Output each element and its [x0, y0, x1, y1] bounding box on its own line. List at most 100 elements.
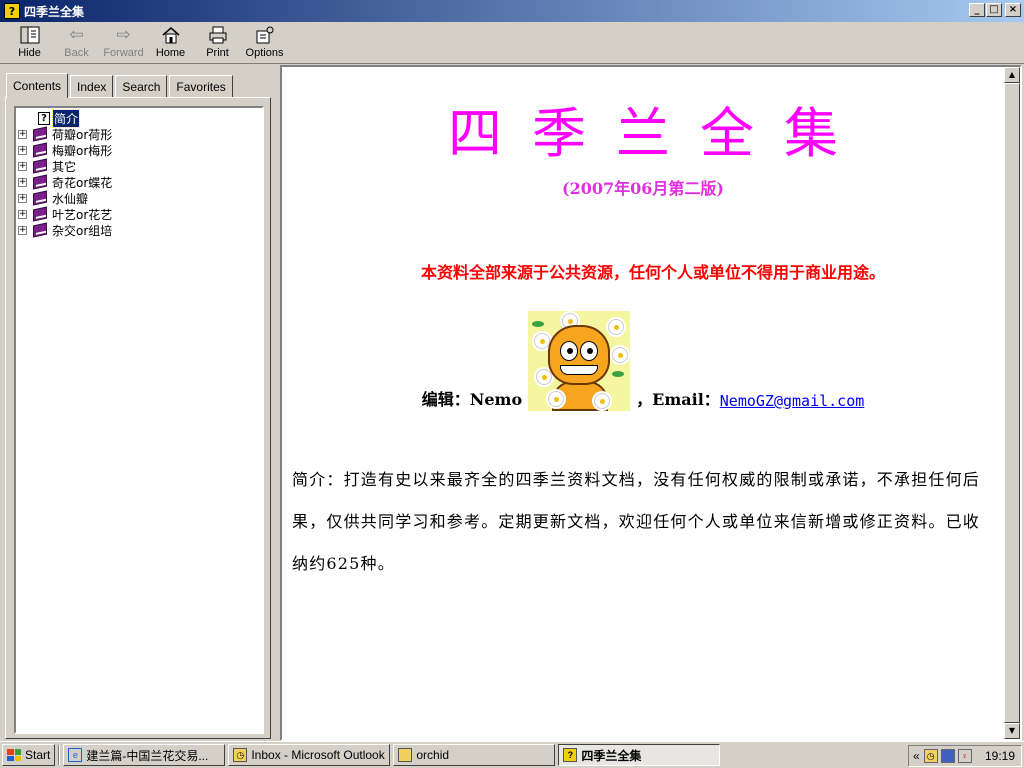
- email-label: ，Email：: [636, 390, 720, 409]
- forward-button[interactable]: ⇨ Forward: [100, 22, 147, 62]
- task-label: 建兰篇-中国兰花交易...: [86, 748, 209, 763]
- book-icon: [33, 174, 47, 190]
- expand-icon[interactable]: +: [18, 129, 27, 139]
- doc-intro: 简介：打造有史以来最齐全的四季兰资料文档，没有任何权威的限制或承诺，不承担任何后…: [292, 470, 981, 573]
- expand-icon[interactable]: +: [18, 193, 27, 203]
- messenger-tray-icon[interactable]: ♀: [957, 749, 972, 763]
- hide-button[interactable]: Hide: [6, 22, 53, 62]
- system-tray: « ◷ ♀ 19:19: [908, 745, 1022, 767]
- scroll-down-button[interactable]: ▼: [1004, 723, 1020, 739]
- doc-editor-line: 编辑：Nemo ，Email： NemoGZ@gmail.com: [282, 301, 1004, 411]
- tray-expand-button[interactable]: «: [913, 749, 920, 763]
- tree-item-label: 简介: [51, 108, 81, 128]
- contents-tree[interactable]: ? 简介 + 荷瓣or荷形 + 梅瓣or梅形 + 其它 + 奇花or蝶花 + 水…: [14, 106, 264, 734]
- tree-item[interactable]: + 叶艺or花艺: [18, 206, 112, 222]
- taskbar-separator: [58, 745, 61, 765]
- clock-tray-icon[interactable]: ◷: [923, 749, 938, 763]
- tree-item-label: 杂交or组培: [52, 223, 113, 238]
- tree-item[interactable]: + 荷瓣or荷形: [18, 126, 112, 142]
- tree-item-intro[interactable]: ? 简介: [38, 108, 81, 128]
- task-label: Inbox - Microsoft Outlook: [251, 748, 385, 762]
- options-button[interactable]: Options: [241, 22, 288, 62]
- expand-icon[interactable]: +: [18, 145, 27, 155]
- task-outlook[interactable]: ◷ Inbox - Microsoft Outlook: [228, 744, 391, 766]
- book-icon: [33, 142, 47, 158]
- doc-title: 四季兰全集: [448, 102, 868, 165]
- options-icon: [254, 25, 276, 45]
- back-label: Back: [64, 47, 89, 59]
- taskbar: Start e 建兰篇-中国兰花交易... ◷ Inbox - Microsof…: [0, 741, 1024, 768]
- editor-label: 编辑：Nemo: [421, 390, 523, 409]
- garfield-image: [528, 311, 631, 411]
- back-button[interactable]: ⇦ Back: [53, 22, 100, 62]
- scroll-thumb[interactable]: [1004, 83, 1020, 723]
- folder-icon: [398, 748, 413, 762]
- expand-icon[interactable]: +: [18, 161, 27, 171]
- start-button[interactable]: Start: [2, 744, 56, 766]
- tree-item-label: 荷瓣or荷形: [52, 127, 113, 142]
- toolbar: Hide ⇦ Back ⇨ Forward Home Print Options: [0, 22, 1024, 64]
- tab-search[interactable]: Search: [115, 75, 168, 97]
- book-icon: [33, 206, 47, 222]
- task-help[interactable]: ? 四季兰全集: [558, 744, 721, 766]
- back-arrow-icon: ⇦: [69, 25, 84, 45]
- tree-item[interactable]: + 梅瓣or梅形: [18, 142, 112, 158]
- book-icon: [33, 126, 47, 142]
- expand-icon[interactable]: +: [18, 225, 27, 235]
- home-button[interactable]: Home: [147, 22, 194, 62]
- close-button[interactable]: ×: [1005, 3, 1021, 17]
- help-icon: ?: [563, 748, 578, 762]
- tree-item[interactable]: + 奇花or蝶花: [18, 174, 112, 190]
- book-icon: [33, 222, 47, 238]
- hide-label: Hide: [18, 47, 41, 59]
- book-icon: [33, 158, 47, 174]
- tree-item-label: 奇花or蝶花: [52, 175, 113, 190]
- network-tray-icon[interactable]: [940, 749, 955, 763]
- options-label: Options: [245, 47, 284, 59]
- tree-item-label: 水仙瓣: [52, 191, 89, 206]
- forward-label: Forward: [103, 47, 144, 59]
- task-folder[interactable]: orchid: [393, 744, 556, 766]
- tree-item[interactable]: + 水仙瓣: [18, 190, 88, 206]
- tab-index[interactable]: Index: [70, 75, 114, 97]
- expand-icon[interactable]: +: [18, 209, 27, 219]
- task-browser[interactable]: e 建兰篇-中国兰花交易...: [63, 744, 226, 766]
- email-link[interactable]: NemoGZ@gmail.com: [720, 392, 865, 411]
- help-window: ? 四季兰全集 _ □ × Hide ⇦ Back ⇨ Forward Home: [0, 0, 1024, 741]
- task-label: orchid: [416, 748, 450, 762]
- navigation-pane: Contents Index Search Favorites ? 简介 + 荷…: [0, 65, 274, 741]
- hide-icon: [19, 25, 41, 45]
- help-icon: ?: [4, 3, 20, 19]
- minimize-button[interactable]: _: [969, 3, 985, 17]
- window-title: 四季兰全集: [24, 4, 85, 19]
- doc-disclaimer: 本资料全部来源于公共资源，任何个人或单位不得用于商业用途。: [420, 263, 885, 282]
- tab-favorites[interactable]: Favorites: [169, 75, 233, 97]
- vertical-scrollbar[interactable]: ▲ ▼: [1004, 67, 1020, 739]
- tree-item-label: 叶艺or花艺: [52, 207, 113, 222]
- task-label: 四季兰全集: [581, 748, 642, 763]
- topic-pane: 四季兰全集 (2007年06月第二版) 本资料全部来源于公共资源，任何个人或单位…: [280, 65, 1022, 741]
- print-icon: [207, 25, 229, 45]
- contents-panel: ? 简介 + 荷瓣or荷形 + 梅瓣or梅形 + 其它 + 奇花or蝶花 + 水…: [5, 97, 271, 739]
- maximize-button[interactable]: □: [986, 3, 1002, 17]
- tab-contents[interactable]: Contents: [6, 73, 69, 98]
- ie-icon: e: [68, 748, 83, 762]
- tree-item-label: 梅瓣or梅形: [52, 143, 113, 158]
- nav-tabs: Contents Index Search Favorites: [6, 73, 235, 98]
- help-topic-icon: ?: [38, 111, 50, 125]
- tree-item[interactable]: + 杂交or组培: [18, 222, 112, 238]
- title-bar[interactable]: ? 四季兰全集 _ □ ×: [0, 0, 1024, 22]
- print-label: Print: [206, 47, 229, 59]
- expand-icon[interactable]: +: [18, 177, 27, 187]
- home-label: Home: [155, 47, 186, 59]
- clock: 19:19: [984, 749, 1015, 763]
- outlook-icon: ◷: [233, 748, 248, 762]
- forward-arrow-icon: ⇨: [116, 25, 131, 45]
- tree-item[interactable]: + 其它: [18, 158, 76, 174]
- book-icon: [33, 190, 47, 206]
- print-button[interactable]: Print: [194, 22, 241, 62]
- doc-edition: (2007年06月第二版): [562, 179, 724, 198]
- home-icon: [160, 25, 182, 45]
- scroll-up-button[interactable]: ▲: [1004, 67, 1020, 83]
- start-label: Start: [25, 748, 51, 762]
